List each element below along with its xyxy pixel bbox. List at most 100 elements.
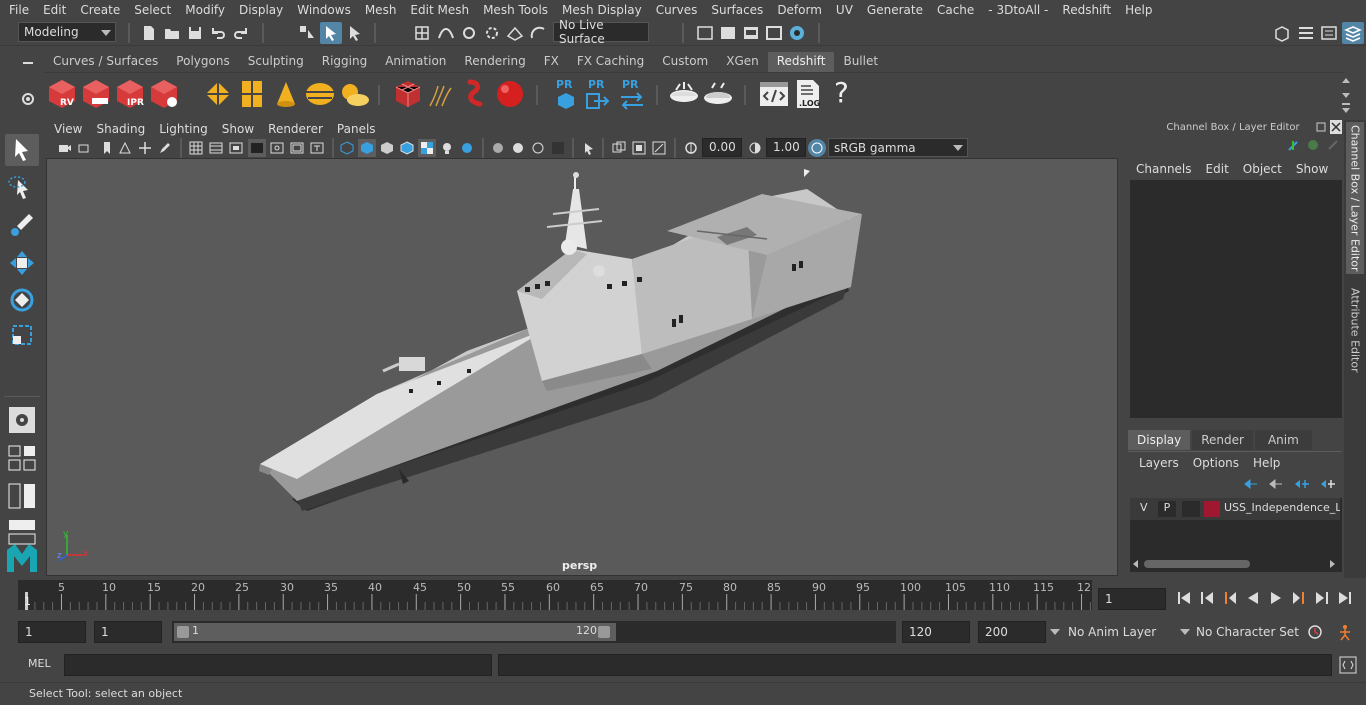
layer-playback-toggle[interactable]: P — [1158, 501, 1176, 517]
redshift-proxy-button[interactable] — [392, 78, 424, 110]
rotate-tool-button[interactable] — [5, 284, 39, 316]
move-tool-button[interactable] — [5, 247, 39, 279]
current-frame-field[interactable]: 1 — [1098, 588, 1166, 610]
step-forward-frame-icon[interactable] — [1291, 590, 1307, 606]
shadows-icon[interactable] — [460, 141, 474, 155]
xray-icon[interactable] — [612, 141, 626, 155]
new-layer-icon[interactable] — [1294, 476, 1310, 490]
new-scene-icon[interactable] — [140, 24, 158, 42]
menu-edit-mesh[interactable]: Edit Mesh — [401, 3, 474, 17]
channel-box-menu-channels[interactable]: Channels — [1136, 162, 1192, 176]
move-layer-up-icon[interactable] — [1244, 478, 1258, 490]
shelf-tab-polygons[interactable]: Polygons — [167, 52, 238, 72]
scale-tool-button[interactable] — [5, 320, 39, 352]
viewport-menu-panels[interactable]: Panels — [329, 122, 382, 136]
snap-grid-icon[interactable] — [413, 24, 431, 42]
character-set-dropdown[interactable]: No Character Set — [1176, 621, 1300, 643]
view-transform-dropdown[interactable]: sRGB gamma — [828, 138, 968, 157]
script-editor-icon[interactable] — [1339, 656, 1357, 674]
make-live-icon[interactable] — [529, 24, 547, 42]
default-material-icon[interactable] — [380, 141, 394, 155]
auto-key-icon[interactable] — [1306, 623, 1324, 641]
redshift-material-button[interactable] — [668, 78, 700, 110]
viewport-menu-renderer[interactable]: Renderer — [260, 122, 329, 136]
scene-start-field[interactable]: 1 — [18, 621, 86, 643]
layer-display-type-toggle[interactable] — [1182, 501, 1200, 517]
shelf-tab-curves-surfaces[interactable]: Curves / Surfaces — [44, 52, 167, 72]
move-layer-down-icon[interactable] — [1269, 478, 1283, 490]
menu-help[interactable]: Help — [1116, 3, 1157, 17]
xray-joints-icon[interactable] — [632, 141, 646, 155]
range-slider-track[interactable]: 1 120 — [172, 621, 896, 643]
time-slider[interactable]: 1 5 10 15 20 25 30 35 40 45 50 55 60 65 … — [18, 580, 1092, 610]
grid-toggle-icon[interactable] — [189, 141, 203, 155]
redshift-help-button[interactable]: ? — [828, 76, 860, 110]
range-slider-bar[interactable] — [174, 623, 616, 641]
xray-components-icon[interactable] — [652, 141, 666, 155]
shelf-menu-icon[interactable] — [22, 57, 34, 69]
redo-icon[interactable] — [232, 24, 250, 42]
shelf-tab-animation[interactable]: Animation — [376, 52, 455, 72]
field-chart-icon[interactable] — [270, 141, 284, 155]
redshift-volume-button[interactable] — [460, 78, 492, 110]
new-layer-selected-icon[interactable] — [1320, 476, 1336, 490]
shelf-tab-xgen[interactable]: XGen — [717, 52, 768, 72]
hypershade-icon[interactable] — [788, 24, 806, 42]
go-to-end-icon[interactable] — [1337, 590, 1353, 606]
select-component-icon[interactable] — [346, 24, 364, 42]
select-hierarchy-icon[interactable] — [298, 24, 316, 42]
layer-list-scrollbar[interactable] — [1130, 558, 1340, 570]
isolate-select-icon[interactable] — [582, 141, 596, 155]
snap-surface-icon[interactable] — [506, 24, 524, 42]
channel-box-axis-icon[interactable] — [1286, 138, 1300, 152]
range-slider-end-handle[interactable] — [598, 626, 610, 638]
redshift-dome-light-button[interactable] — [494, 78, 526, 110]
layer-visibility-toggle[interactable]: V — [1140, 501, 1148, 514]
channel-list-area[interactable] — [1130, 180, 1342, 418]
layer-menu-layers[interactable]: Layers — [1139, 456, 1179, 470]
screen-space-ao-icon[interactable] — [491, 141, 505, 155]
render-view-icon[interactable] — [765, 24, 783, 42]
safe-title-icon[interactable] — [310, 141, 324, 155]
render-frame-icon[interactable] — [719, 24, 737, 42]
layer-tab-anim[interactable]: Anim — [1254, 430, 1312, 450]
layer-row[interactable]: V P USS_Independence_LC — [1130, 498, 1340, 520]
shelf-tab-rigging[interactable]: Rigging — [313, 52, 376, 72]
viewport-menu-show[interactable]: Show — [214, 122, 260, 136]
safe-action-icon[interactable] — [290, 141, 304, 155]
snap-view-plane-icon[interactable] — [483, 24, 501, 42]
side-tab-channel-box[interactable]: Channel Box / Layer Editor — [1346, 122, 1364, 274]
step-forward-key-icon[interactable] — [1314, 590, 1330, 606]
redshift-spot-light-button[interactable] — [270, 78, 302, 110]
menu-display[interactable]: Display — [230, 3, 288, 17]
film-gate-icon[interactable] — [209, 141, 223, 155]
shelf-tab-rendering[interactable]: Rendering — [455, 52, 534, 72]
layer-menu-help[interactable]: Help — [1253, 456, 1280, 470]
redshift-sun-sky-button[interactable] — [338, 78, 370, 110]
depth-of-field-icon[interactable] — [551, 141, 565, 155]
animation-preferences-icon[interactable] — [1336, 623, 1354, 641]
image-plane-icon[interactable] — [118, 141, 132, 155]
menu-uv[interactable]: UV — [827, 3, 858, 17]
menu-mesh[interactable]: Mesh — [356, 3, 402, 17]
wireframe-on-shaded-icon[interactable] — [400, 141, 414, 155]
viewport-menu-shading[interactable]: Shading — [88, 122, 151, 136]
select-camera-icon[interactable] — [58, 141, 72, 155]
paint-select-tool-button[interactable] — [5, 210, 39, 242]
select-tool-button[interactable] — [5, 134, 39, 166]
open-scene-icon[interactable] — [163, 24, 181, 42]
shelf-tab-redshift[interactable]: Redshift — [767, 52, 835, 72]
exposure-field[interactable]: 0.00 — [702, 138, 742, 157]
side-tab-attribute-editor[interactable]: Attribute Editor — [1346, 280, 1364, 380]
redshift-area-light-button[interactable] — [202, 78, 234, 110]
shelf-settings-gear-icon[interactable] — [21, 92, 35, 106]
go-to-start-icon[interactable] — [1176, 590, 1192, 606]
motion-blur-icon[interactable] — [511, 141, 525, 155]
channel-box-menu-object[interactable]: Object — [1243, 162, 1282, 176]
grease-pencil-icon[interactable] — [158, 141, 172, 155]
camera-attributes-icon[interactable] — [78, 141, 92, 155]
play-forwards-icon[interactable] — [1268, 590, 1284, 606]
redshift-pr-convert-button[interactable]: PR — [616, 78, 648, 110]
shelf-tab-sculpting[interactable]: Sculpting — [239, 52, 313, 72]
redshift-ipr-button[interactable]: IPR — [114, 78, 146, 110]
